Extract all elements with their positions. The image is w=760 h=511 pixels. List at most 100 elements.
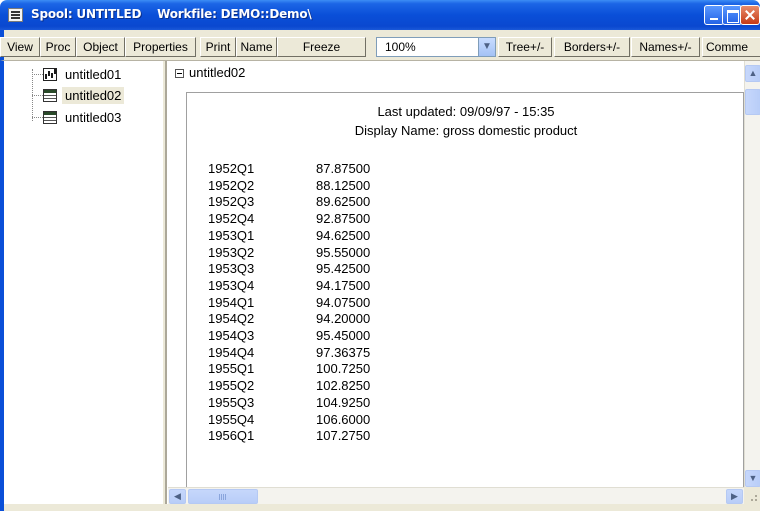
proc-button[interactable]: Proc (40, 37, 76, 57)
freeze-button[interactable]: Freeze (277, 37, 366, 57)
tree-branch-line (32, 116, 43, 118)
tree-toggle-button[interactable]: Tree+/- (498, 37, 552, 57)
spool-content: untitled02 Last updated: 09/09/97 - 15:3… (168, 61, 760, 511)
zoom-select[interactable]: 100% ▼ (376, 37, 496, 57)
table-row: 1952Q1 87.87500 (208, 161, 370, 177)
vertical-scrollbar[interactable]: ▲ ▼ (744, 61, 760, 487)
table-icon (43, 88, 57, 102)
period-cell: 1952Q4 (208, 211, 255, 227)
table-row: 1952Q3 89.62500 (208, 194, 370, 210)
display-name: Display Name: gross domestic product (354, 123, 578, 138)
period-cell: 1954Q2 (208, 311, 255, 327)
period-cell: 1952Q1 (208, 161, 255, 176)
object-button[interactable]: Object (76, 37, 125, 57)
period-cell: 1956Q1 (208, 428, 255, 444)
horizontal-scroll-thumb[interactable] (188, 489, 258, 504)
table-row: 1952Q4 92.87500 (208, 211, 370, 227)
value-cell: 97.36375 (316, 344, 371, 360)
tree-branch-line (32, 73, 43, 75)
period-cell: 1953Q4 (208, 277, 255, 293)
period-cell: 1955Q4 (208, 411, 255, 427)
maximize-button[interactable] (722, 5, 742, 25)
period-cell: 1955Q3 (208, 394, 255, 410)
value-cell: 89.62500 (316, 194, 371, 210)
period-cell: 1953Q1 (208, 227, 255, 243)
period-cell: 1953Q2 (208, 244, 255, 260)
table-row: 1955Q4 106.6000 (208, 412, 370, 428)
window-bottom-border (0, 504, 760, 511)
series-table: Last updated: 09/09/97 - 15:35 Display N… (186, 92, 744, 511)
spool-window-icon[interactable] (8, 8, 23, 22)
tree-item-label: untitled02 (62, 86, 125, 104)
value-cell: 100.7250 (316, 361, 371, 377)
graph-icon (43, 67, 57, 81)
table-row: 1955Q2 102.8250 (208, 378, 370, 394)
tree-item-label: untitled03 (65, 109, 122, 125)
period-cell: 1952Q3 (208, 194, 255, 210)
value-cell: 95.42500 (316, 261, 371, 277)
value-cell: 95.55000 (316, 244, 371, 260)
table-row: 1953Q1 94.62500 (208, 228, 370, 244)
table-row: 1953Q2 95.55000 (208, 245, 370, 261)
table-row: 1955Q3 104.9250 (208, 395, 370, 411)
scroll-right-icon[interactable]: ▶ (726, 489, 743, 504)
window-title: Spool: UNTITLED Workfile: DEMO::Demo\ (31, 7, 312, 21)
period-cell: 1955Q2 (208, 378, 255, 394)
table-row: 1954Q1 94.07500 (208, 295, 370, 311)
table-row: 1954Q4 97.36375 (208, 345, 370, 361)
close-button[interactable] (740, 5, 760, 25)
value-cell: 94.17500 (316, 277, 371, 293)
zoom-value: 100% (385, 40, 416, 54)
object-header: untitled02 (189, 65, 246, 80)
table-row: 1952Q2 88.12500 (208, 178, 370, 194)
vertical-scroll-thumb[interactable] (745, 89, 760, 115)
scroll-down-icon[interactable]: ▼ (745, 470, 760, 487)
value-cell: 88.12500 (316, 177, 371, 193)
period-cell: 1954Q3 (208, 328, 255, 343)
last-updated: Last updated: 09/09/97 - 15:35 (377, 104, 555, 119)
table-row: 1953Q3 95.42500 (208, 261, 370, 277)
scroll-up-icon[interactable]: ▲ (745, 65, 760, 82)
value-cell: 94.62500 (316, 227, 371, 243)
collapse-icon[interactable] (175, 69, 184, 78)
properties-button[interactable]: Properties (125, 37, 196, 57)
period-cell: 1952Q2 (208, 177, 255, 193)
table-row: 1953Q4 94.17500 (208, 278, 370, 294)
print-button[interactable]: Print (200, 37, 236, 57)
tree-branch-line (32, 94, 43, 96)
chevron-down-icon[interactable]: ▼ (478, 38, 495, 56)
comments-toggle-button[interactable]: Comme (702, 37, 760, 57)
name-button[interactable]: Name (236, 37, 277, 57)
view-button[interactable]: View (0, 37, 40, 57)
table-row: 1954Q3 95.45000 (208, 328, 370, 344)
value-cell: 107.2750 (316, 428, 371, 444)
tree-item-untitled02[interactable]: untitled02 (32, 85, 125, 105)
table-row: 1956Q1 107.2750 (208, 428, 370, 444)
tree-item-untitled03[interactable]: untitled03 (32, 107, 124, 127)
value-cell: 87.87500 (316, 161, 371, 176)
table-icon (43, 110, 57, 124)
period-cell: 1955Q1 (208, 361, 255, 377)
tree-item-label: untitled01 (65, 66, 122, 82)
table-row: 1954Q2 94.20000 (208, 311, 370, 327)
resize-grip-icon[interactable] (744, 487, 760, 504)
horizontal-scrollbar[interactable]: ◀ ▶ (168, 487, 744, 504)
value-cell: 94.07500 (316, 294, 371, 310)
borders-toggle-button[interactable]: Borders+/- (554, 37, 630, 57)
minimize-button[interactable] (704, 5, 724, 25)
spool-tree: untitled01 untitled02 untitled03 (4, 61, 167, 511)
period-cell: 1953Q3 (208, 261, 255, 277)
title-bar[interactable]: Spool: UNTITLED Workfile: DEMO::Demo\ (0, 0, 760, 30)
scroll-left-icon[interactable]: ◀ (169, 489, 186, 504)
tree-item-untitled01[interactable]: untitled01 (32, 64, 124, 84)
value-cell: 94.20000 (316, 311, 371, 327)
value-cell: 104.9250 (316, 394, 371, 410)
value-cell: 102.8250 (316, 378, 371, 394)
names-toggle-button[interactable]: Names+/- (631, 37, 700, 57)
period-cell: 1954Q4 (208, 344, 255, 360)
value-cell: 95.45000 (316, 328, 371, 343)
table-row: 1955Q1 100.7250 (208, 361, 370, 377)
toolbar: View Proc Object Properties Print Name F… (0, 30, 760, 61)
value-cell: 106.6000 (316, 411, 371, 427)
period-cell: 1954Q1 (208, 294, 255, 310)
